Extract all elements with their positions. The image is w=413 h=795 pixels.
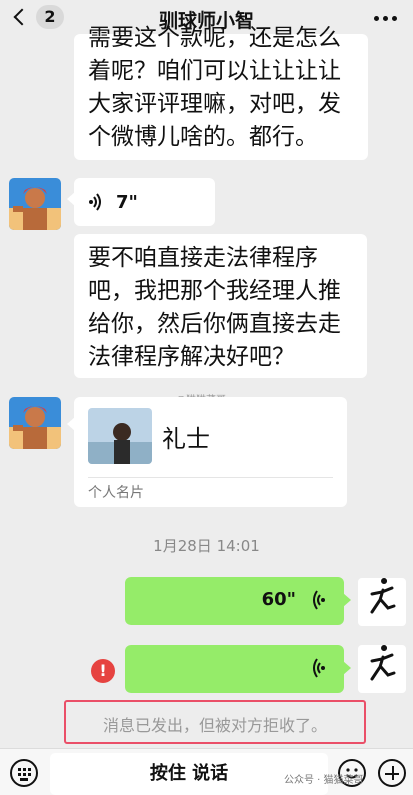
card-divider bbox=[88, 477, 333, 478]
message-line: 要不咱直接走法律程序 bbox=[88, 245, 318, 271]
contact-name: 礼士 bbox=[162, 425, 210, 453]
message-line: 个微博儿啥的。都行。 bbox=[88, 124, 318, 150]
message-bubble-text[interactable]: 需要这个款呢，还是怎么 着呢？咱们可以让让让让 大家评评理嘛，对吧，发 个微博儿… bbox=[74, 25, 368, 160]
message-line: 大家评评理嘛，对吧，发 bbox=[88, 91, 341, 117]
outgoing-voice-bubble[interactable]: 60" bbox=[125, 577, 351, 625]
message-line: 吧，我把那个我经理人推 bbox=[88, 278, 341, 304]
send-failed-icon[interactable]: ! bbox=[91, 659, 115, 683]
voice-duration: 7" bbox=[116, 191, 138, 213]
avatar[interactable] bbox=[9, 397, 61, 449]
card-type-label: 个人名片 bbox=[88, 485, 144, 501]
message-line: 法律程序解决好吧？ bbox=[88, 344, 295, 370]
contact-card[interactable]: 礼士 个人名片 bbox=[67, 397, 347, 507]
voice-wave-icon bbox=[313, 658, 325, 678]
more-dots-icon[interactable] bbox=[374, 16, 397, 21]
message-line: 给你，然后你俩直接去走 bbox=[88, 311, 341, 337]
avatar[interactable] bbox=[358, 578, 406, 626]
message-line: 着呢？咱们可以让让让让 bbox=[88, 58, 341, 84]
outgoing-voice-bubble[interactable] bbox=[125, 645, 351, 693]
avatar[interactable] bbox=[9, 178, 61, 230]
voice-duration: 60" bbox=[261, 589, 296, 610]
avatar[interactable] bbox=[358, 645, 406, 693]
message-bubble-text[interactable]: 要不咱直接走法律程序 吧，我把那个我经理人推 给你，然后你俩直接去走 法律程序解… bbox=[74, 234, 367, 378]
timestamp: 1月28日 14:01 bbox=[153, 537, 260, 555]
watermark: 公众号 · 猫猫菜哥 bbox=[284, 775, 364, 786]
voice-wave-icon bbox=[89, 193, 101, 211]
rejected-notice-highlight: 消息已发出，但被对方拒收了。 bbox=[64, 700, 366, 744]
voice-wave-icon bbox=[313, 590, 325, 610]
contact-photo bbox=[88, 408, 152, 464]
plus-icon[interactable] bbox=[378, 759, 406, 787]
system-notice: 消息已发出，但被对方拒收了。 bbox=[102, 716, 327, 735]
voice-message-bubble[interactable]: 7" bbox=[67, 178, 215, 226]
keyboard-icon[interactable] bbox=[10, 759, 38, 787]
message-line: 需要这个款呢，还是怎么 bbox=[88, 25, 341, 51]
